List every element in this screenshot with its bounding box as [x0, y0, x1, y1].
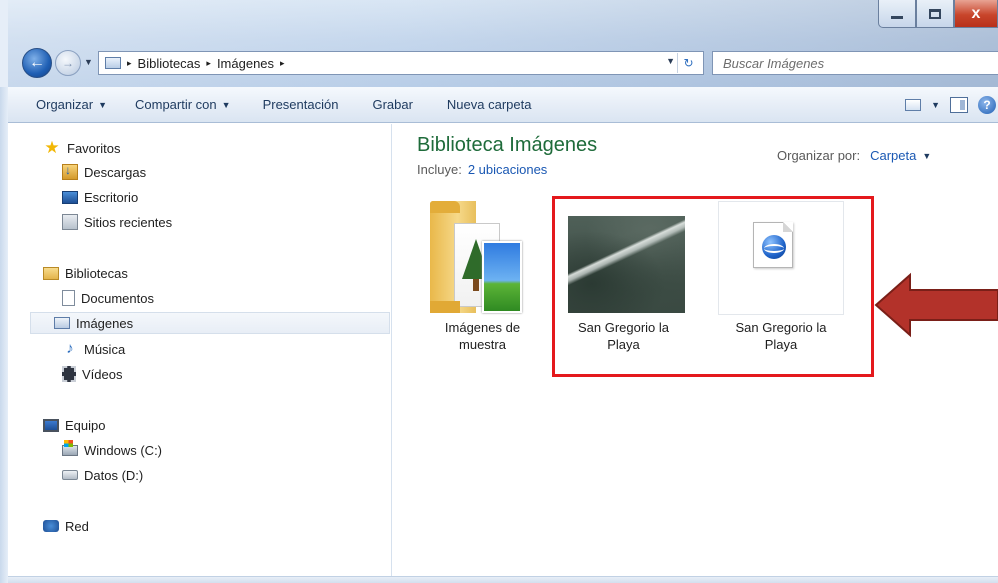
sidebar-item-label: Escritorio [84, 189, 139, 205]
address-dropdown-icon[interactable]: ▼ [666, 56, 675, 66]
forward-button[interactable]: → [55, 50, 81, 76]
sidebar-item-desktop[interactable]: Escritorio [62, 186, 138, 208]
file-item-sample-pictures-folder[interactable]: Imágenes de muestra [420, 124, 545, 354]
sidebar-item-label: Windows (C:) [84, 442, 163, 458]
pictures-icon [54, 317, 70, 329]
sidebar-item-recent-places[interactable]: Sitios recientes [62, 211, 172, 233]
file-item-label: Imágenes de muestra [420, 319, 545, 353]
arrange-by: Organizar por: Carpeta ▼ [777, 148, 931, 163]
sidebar-item-label: Vídeos [82, 366, 123, 382]
title-bar: x ← → ▼ ▸ Bibliotecas ▸ Imágenes ▸ ▼ ↻ ⌕ [0, 0, 998, 87]
help-icon[interactable]: ? [978, 96, 996, 114]
folder-icon [430, 201, 522, 313]
video-film-icon [62, 366, 76, 382]
back-arrow-icon: ← [29, 54, 45, 71]
refresh-icon[interactable]: ↻ [677, 53, 699, 73]
sidebar-item-documents[interactable]: Documentos [62, 287, 154, 309]
downloads-folder-icon [62, 163, 78, 180]
minimize-icon [891, 16, 903, 19]
burn-label: Grabar [372, 97, 413, 112]
slideshow-button[interactable]: Presentación [243, 90, 351, 120]
breadcrumb-separator-icon[interactable]: ▸ [280, 58, 285, 69]
library-folder-icon [105, 57, 121, 69]
sidebar-item-downloads[interactable]: Descargas [62, 161, 146, 183]
share-button[interactable]: Compartir con ▼ [119, 90, 243, 120]
sidebar-item-libraries[interactable]: Bibliotecas [43, 262, 128, 284]
organize-label: Organizar [36, 97, 94, 112]
breadcrumb-separator-icon[interactable]: ▸ [206, 58, 211, 69]
chevron-down-icon[interactable]: ▼ [931, 100, 940, 110]
back-button[interactable]: ← [22, 48, 52, 78]
sidebar-item-label: Descargas [84, 164, 147, 180]
recent-places-icon [62, 214, 78, 230]
breadcrumb-libraries[interactable]: Bibliotecas [138, 56, 201, 71]
chevron-down-icon: ▼ [221, 99, 231, 110]
sidebar-item-label: Equipo [65, 417, 106, 433]
recent-pages-dropdown-icon[interactable]: ▼ [84, 57, 93, 67]
details-pane [8, 576, 998, 583]
arrange-by-value: Carpeta [870, 148, 917, 163]
burn-button[interactable]: Grabar [350, 90, 424, 120]
computer-icon [43, 418, 59, 432]
breadcrumb-separator-icon[interactable]: ▸ [127, 58, 132, 69]
maximize-button[interactable] [916, 0, 954, 28]
minimize-button[interactable] [878, 0, 916, 28]
sidebar-item-label: Documentos [81, 290, 154, 306]
music-note-icon: ♪ [66, 340, 74, 357]
network-icon [43, 520, 59, 532]
sidebar-item-drive-c[interactable]: Windows (C:) [62, 439, 162, 461]
breadcrumb: ▸ Bibliotecas ▸ Imágenes ▸ [127, 56, 285, 71]
sidebar-item-label: Bibliotecas [65, 265, 128, 281]
file-item-container [393, 124, 998, 125]
desktop-icon [62, 190, 78, 204]
maximize-icon [929, 8, 941, 19]
share-label: Compartir con [135, 97, 217, 112]
arrange-by-dropdown[interactable]: Carpeta ▼ [870, 148, 931, 163]
organize-button[interactable]: Organizar ▼ [8, 90, 119, 120]
libraries-icon [43, 266, 59, 280]
breadcrumb-images[interactable]: Imágenes [217, 56, 274, 71]
close-icon: x [971, 4, 981, 22]
sidebar-item-label: Favoritos [67, 140, 121, 156]
address-bar[interactable]: ▸ Bibliotecas ▸ Imágenes ▸ ▼ ↻ [98, 51, 704, 75]
command-toolbar: Organizar ▼ Compartir con ▼ Presentación… [8, 87, 998, 123]
slideshow-label: Presentación [262, 97, 339, 112]
sidebar-item-network[interactable]: Red [43, 515, 89, 537]
forward-arrow-icon: → [62, 56, 74, 70]
file-item-label-line: muestra [459, 337, 506, 352]
toolbar-right-controls: ▼ ? [905, 87, 998, 123]
sidebar-item-label: Imágenes [76, 315, 134, 331]
sidebar-item-computer[interactable]: Equipo [43, 414, 105, 436]
close-button[interactable]: x [954, 0, 998, 28]
search-box: ⌕ [712, 51, 998, 75]
documents-icon [62, 290, 75, 306]
system-drive-icon [62, 439, 78, 456]
sidebar-item-label: Red [65, 518, 89, 534]
chevron-down-icon: ▼ [98, 99, 107, 110]
search-input[interactable] [723, 55, 973, 71]
sidebar-item-videos[interactable]: Vídeos [62, 363, 122, 385]
navigation-bar: ← → ▼ ▸ Bibliotecas ▸ Imágenes ▸ ▼ ↻ ⌕ [22, 47, 998, 79]
new-folder-button[interactable]: Nueva carpeta [425, 90, 544, 120]
sidebar-item-images[interactable]: Imágenes [30, 312, 390, 334]
new-folder-label: Nueva carpeta [446, 97, 532, 112]
chevron-down-icon: ▼ [922, 150, 932, 161]
sidebar-item-label: Música [84, 341, 126, 357]
arrange-by-label: Organizar por: [777, 148, 861, 163]
navigation-pane: ★ Favoritos Descargas Escritorio Sitios … [8, 124, 392, 576]
highlight-box-annotation [552, 196, 874, 377]
window-frame-left [0, 0, 8, 583]
sidebar-item-drive-d[interactable]: Datos (D:) [62, 464, 143, 486]
sidebar-item-label: Datos (D:) [84, 467, 144, 483]
file-item-label-line: Imágenes de [444, 320, 521, 335]
left-arrow-annotation-icon [874, 272, 998, 338]
sidebar-item-favorites[interactable]: ★ Favoritos [43, 137, 120, 159]
change-view-icon[interactable] [905, 99, 922, 111]
preview-pane-icon[interactable] [950, 97, 968, 113]
sidebar-item-music[interactable]: ♪ Música [62, 338, 125, 360]
star-icon: ★ [44, 138, 60, 157]
hard-drive-icon [62, 470, 78, 480]
sidebar-item-label: Sitios recientes [84, 214, 173, 230]
window-controls: x [878, 0, 998, 32]
